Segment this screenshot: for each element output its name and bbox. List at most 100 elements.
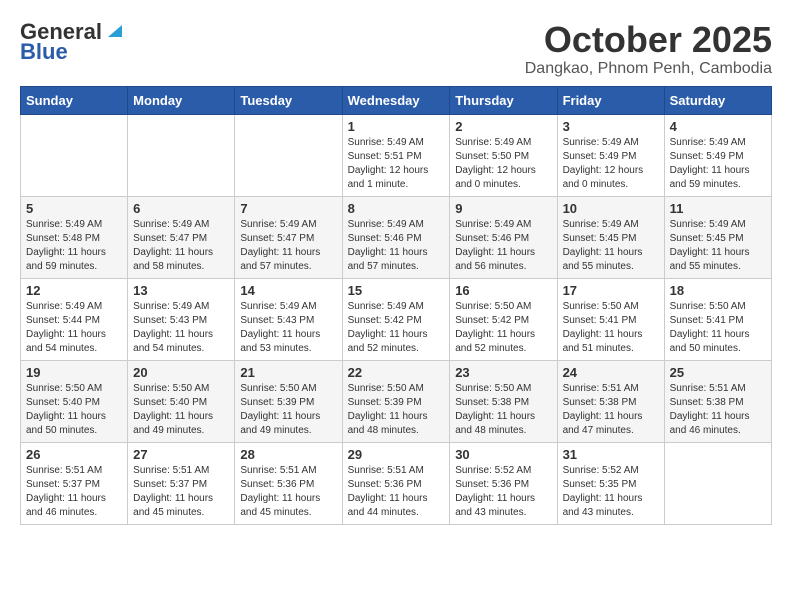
calendar-cell: 13 Sunrise: 5:49 AM Sunset: 5:43 PM Dayli… [128,278,235,360]
day-info: Sunrise: 5:52 AM Sunset: 5:36 PM Dayligh… [455,464,551,520]
day-info: Sunrise: 5:49 AM Sunset: 5:46 PM Dayligh… [348,218,445,274]
logo: General Blue [20,20,122,64]
calendar-cell: 24 Sunrise: 5:51 AM Sunset: 5:38 PM Dayli… [557,360,664,442]
calendar-cell: 6 Sunrise: 5:49 AM Sunset: 5:47 PM Daylig… [128,196,235,278]
calendar-cell: 7Sunrise: 5:49 AM Sunset: 5:47 PM Daylig… [235,196,342,278]
calendar-cell: 8 Sunrise: 5:49 AM Sunset: 5:46 PM Daylig… [342,196,450,278]
calendar-cell: 5Sunrise: 5:49 AM Sunset: 5:48 PM Daylig… [21,196,128,278]
day-info: Sunrise: 5:50 AM Sunset: 5:41 PM Dayligh… [670,300,766,356]
day-info: Sunrise: 5:49 AM Sunset: 5:43 PM Dayligh… [133,300,229,356]
calendar-cell: 15 Sunrise: 5:49 AM Sunset: 5:42 PM Dayli… [342,278,450,360]
calendar-cell: 22 Sunrise: 5:50 AM Sunset: 5:39 PM Dayli… [342,360,450,442]
calendar-cell: 3 Sunrise: 5:49 AM Sunset: 5:49 PM Daylig… [557,114,664,196]
day-number: 24 [563,365,659,380]
calendar-cell: 29Sunrise: 5:51 AM Sunset: 5:36 PM Dayli… [342,442,450,524]
day-number: 17 [563,283,659,298]
calendar-cell: 2Sunrise: 5:49 AM Sunset: 5:50 PM Daylig… [450,114,557,196]
day-info: Sunrise: 5:49 AM Sunset: 5:47 PM Dayligh… [133,218,229,274]
day-number: 12 [26,283,122,298]
weekday-header: Saturday [664,86,771,114]
day-number: 13 [133,283,229,298]
weekday-header: Wednesday [342,86,450,114]
day-info: Sunrise: 5:49 AM Sunset: 5:43 PM Dayligh… [240,300,336,356]
day-number: 6 [133,201,229,216]
day-number: 15 [348,283,445,298]
day-info: Sunrise: 5:49 AM Sunset: 5:45 PM Dayligh… [563,218,659,274]
calendar-cell: 14 Sunrise: 5:49 AM Sunset: 5:43 PM Dayli… [235,278,342,360]
calendar-table: SundayMondayTuesdayWednesdayThursdayFrid… [20,86,772,525]
calendar-cell: 26 Sunrise: 5:51 AM Sunset: 5:37 PM Dayli… [21,442,128,524]
day-number: 14 [240,283,336,298]
day-number: 2 [455,119,551,134]
day-number: 4 [670,119,766,134]
logo-blue-text: Blue [20,40,68,64]
calendar-week-row: 5Sunrise: 5:49 AM Sunset: 5:48 PM Daylig… [21,196,772,278]
day-number: 22 [348,365,445,380]
day-info: Sunrise: 5:51 AM Sunset: 5:38 PM Dayligh… [563,382,659,438]
calendar-cell [664,442,771,524]
weekday-header: Friday [557,86,664,114]
day-number: 28 [240,447,336,462]
calendar-week-row: 12Sunrise: 5:49 AM Sunset: 5:44 PM Dayli… [21,278,772,360]
day-number: 8 [348,201,445,216]
title-section: October 2025 Dangkao, Phnom Penh, Cambod… [525,20,772,78]
day-number: 1 [348,119,445,134]
weekday-header: Monday [128,86,235,114]
day-number: 10 [563,201,659,216]
day-info: Sunrise: 5:51 AM Sunset: 5:37 PM Dayligh… [26,464,122,520]
day-number: 27 [133,447,229,462]
calendar-cell: 1Sunrise: 5:49 AM Sunset: 5:51 PM Daylig… [342,114,450,196]
weekday-header: Tuesday [235,86,342,114]
day-info: Sunrise: 5:50 AM Sunset: 5:40 PM Dayligh… [26,382,122,438]
calendar-cell: 18 Sunrise: 5:50 AM Sunset: 5:41 PM Dayli… [664,278,771,360]
calendar-cell: 11 Sunrise: 5:49 AM Sunset: 5:45 PM Dayli… [664,196,771,278]
day-info: Sunrise: 5:51 AM Sunset: 5:38 PM Dayligh… [670,382,766,438]
location-subtitle: Dangkao, Phnom Penh, Cambodia [525,60,772,78]
calendar-cell [235,114,342,196]
day-number: 26 [26,447,122,462]
calendar-cell: 9 Sunrise: 5:49 AM Sunset: 5:46 PM Daylig… [450,196,557,278]
calendar-cell [21,114,128,196]
calendar-cell: 23 Sunrise: 5:50 AM Sunset: 5:38 PM Dayli… [450,360,557,442]
day-info: Sunrise: 5:49 AM Sunset: 5:45 PM Dayligh… [670,218,766,274]
day-info: Sunrise: 5:52 AM Sunset: 5:35 PM Dayligh… [563,464,659,520]
day-info: Sunrise: 5:51 AM Sunset: 5:36 PM Dayligh… [348,464,445,520]
day-info: Sunrise: 5:49 AM Sunset: 5:42 PM Dayligh… [348,300,445,356]
day-info: Sunrise: 5:49 AM Sunset: 5:49 PM Dayligh… [670,136,766,192]
day-number: 31 [563,447,659,462]
calendar-cell: 21 Sunrise: 5:50 AM Sunset: 5:39 PM Dayli… [235,360,342,442]
weekday-header: Sunday [21,86,128,114]
day-info: Sunrise: 5:50 AM Sunset: 5:39 PM Dayligh… [348,382,445,438]
calendar-cell [128,114,235,196]
calendar-cell: 12Sunrise: 5:49 AM Sunset: 5:44 PM Dayli… [21,278,128,360]
weekday-header: Thursday [450,86,557,114]
calendar-week-row: 1Sunrise: 5:49 AM Sunset: 5:51 PM Daylig… [21,114,772,196]
day-number: 5 [26,201,122,216]
logo-icon [104,21,122,39]
calendar-header-row: SundayMondayTuesdayWednesdayThursdayFrid… [21,86,772,114]
day-number: 7 [240,201,336,216]
day-number: 3 [563,119,659,134]
day-number: 25 [670,365,766,380]
calendar-cell: 30Sunrise: 5:52 AM Sunset: 5:36 PM Dayli… [450,442,557,524]
day-info: Sunrise: 5:50 AM Sunset: 5:38 PM Dayligh… [455,382,551,438]
calendar-cell: 4 Sunrise: 5:49 AM Sunset: 5:49 PM Daylig… [664,114,771,196]
day-number: 23 [455,365,551,380]
calendar-cell: 27 Sunrise: 5:51 AM Sunset: 5:37 PM Dayli… [128,442,235,524]
calendar-cell: 19Sunrise: 5:50 AM Sunset: 5:40 PM Dayli… [21,360,128,442]
day-number: 9 [455,201,551,216]
day-number: 18 [670,283,766,298]
day-info: Sunrise: 5:49 AM Sunset: 5:46 PM Dayligh… [455,218,551,274]
calendar-cell: 28 Sunrise: 5:51 AM Sunset: 5:36 PM Dayli… [235,442,342,524]
calendar-cell: 10 Sunrise: 5:49 AM Sunset: 5:45 PM Dayli… [557,196,664,278]
day-info: Sunrise: 5:51 AM Sunset: 5:36 PM Dayligh… [240,464,336,520]
day-info: Sunrise: 5:51 AM Sunset: 5:37 PM Dayligh… [133,464,229,520]
day-number: 11 [670,201,766,216]
day-info: Sunrise: 5:50 AM Sunset: 5:40 PM Dayligh… [133,382,229,438]
day-info: Sunrise: 5:50 AM Sunset: 5:41 PM Dayligh… [563,300,659,356]
day-info: Sunrise: 5:50 AM Sunset: 5:42 PM Dayligh… [455,300,551,356]
day-number: 16 [455,283,551,298]
day-info: Sunrise: 5:50 AM Sunset: 5:39 PM Dayligh… [240,382,336,438]
day-number: 21 [240,365,336,380]
day-info: Sunrise: 5:49 AM Sunset: 5:49 PM Dayligh… [563,136,659,192]
